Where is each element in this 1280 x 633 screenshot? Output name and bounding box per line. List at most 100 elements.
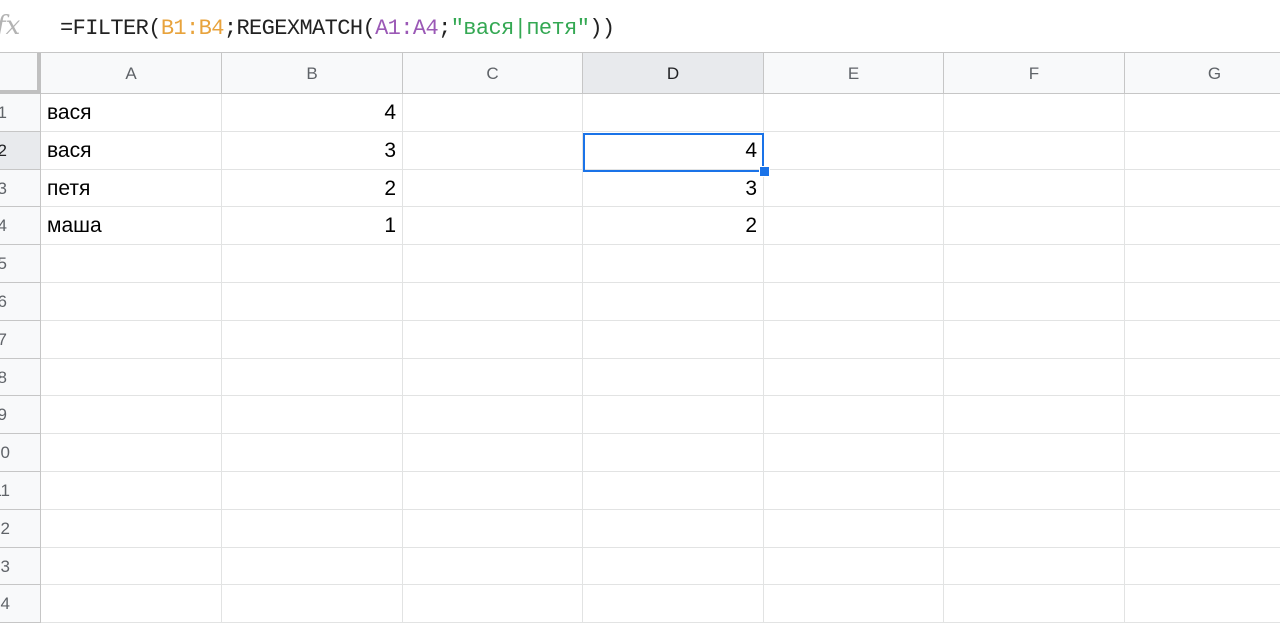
cell-a3[interactable]: петя	[41, 169, 222, 208]
cell-f11[interactable]	[944, 472, 1125, 510]
column-header-e[interactable]: E	[764, 53, 944, 94]
column-header-b[interactable]: B	[222, 53, 403, 94]
row-header-7[interactable]: 7	[0, 320, 41, 359]
cell-d6[interactable]	[583, 283, 764, 321]
cell-a5[interactable]	[41, 245, 222, 283]
cell-b2[interactable]: 3	[222, 131, 403, 170]
row-header-9[interactable]: 9	[0, 396, 41, 435]
cell-e1[interactable]	[764, 94, 944, 132]
cell-c1[interactable]	[403, 94, 583, 132]
row-header-3[interactable]: 3	[0, 169, 41, 208]
cell-g13[interactable]	[1125, 548, 1280, 586]
row-header-14[interactable]: 14	[0, 585, 41, 624]
cell-a4[interactable]: маша	[41, 207, 222, 246]
cell-d3[interactable]: 3	[583, 169, 764, 208]
cell-e12[interactable]	[764, 509, 944, 548]
cell-c3[interactable]	[403, 169, 583, 208]
cell-c14[interactable]	[403, 585, 583, 624]
cell-c12[interactable]	[403, 509, 583, 548]
cell-e11[interactable]	[764, 472, 944, 510]
cell-d4[interactable]: 2	[583, 207, 764, 246]
cell-g6[interactable]	[1125, 283, 1280, 321]
cell-g4[interactable]	[1125, 207, 1280, 246]
cell-f6[interactable]	[944, 283, 1125, 321]
cell-b5[interactable]	[222, 245, 403, 283]
formula-bar[interactable]: fx =FILTER(B1:B4;REGEXMATCH(A1:A4;"вася|…	[0, 0, 1280, 53]
cell-e2[interactable]	[764, 131, 944, 170]
cell-f9[interactable]	[944, 396, 1125, 435]
cell-e9[interactable]	[764, 396, 944, 435]
cell-g14[interactable]	[1125, 585, 1280, 624]
cell-f2[interactable]	[944, 131, 1125, 170]
fill-handle[interactable]	[759, 166, 770, 177]
cell-b14[interactable]	[222, 585, 403, 624]
cell-c13[interactable]	[403, 547, 583, 586]
spreadsheet-grid[interactable]: ABCDEFG1вася42вася343петя234маша12567891…	[0, 53, 1280, 633]
row-header-10[interactable]: 10	[0, 434, 41, 472]
cell-e6[interactable]	[764, 283, 944, 321]
select-all-corner[interactable]	[0, 53, 41, 94]
cell-d8[interactable]	[583, 358, 764, 397]
row-header-1[interactable]: 1	[0, 94, 41, 132]
cell-b8[interactable]	[222, 358, 403, 397]
cell-g5[interactable]	[1125, 245, 1280, 283]
cell-g10[interactable]	[1125, 434, 1280, 472]
column-header-c[interactable]: C	[403, 53, 583, 94]
row-header-2[interactable]: 2	[0, 131, 41, 170]
cell-f12[interactable]	[944, 509, 1125, 548]
cell-d2[interactable]: 4	[583, 131, 764, 170]
cell-d11[interactable]	[583, 472, 764, 510]
cell-c9[interactable]	[403, 396, 583, 435]
cell-d5[interactable]	[583, 245, 764, 283]
cell-b12[interactable]	[222, 509, 403, 548]
cell-e7[interactable]	[764, 320, 944, 359]
cell-c11[interactable]	[403, 472, 583, 510]
row-header-13[interactable]: 13	[0, 547, 41, 586]
cell-a2[interactable]: вася	[41, 131, 222, 170]
row-header-8[interactable]: 8	[0, 358, 41, 397]
row-header-4[interactable]: 4	[0, 207, 41, 246]
cell-d13[interactable]	[583, 547, 764, 586]
cell-c8[interactable]	[403, 358, 583, 397]
cell-g3[interactable]	[1125, 170, 1280, 208]
cell-a6[interactable]	[41, 283, 222, 321]
cell-g7[interactable]	[1125, 321, 1280, 359]
column-header-a[interactable]: A	[41, 53, 222, 94]
cell-g12[interactable]	[1125, 510, 1280, 548]
cell-b3[interactable]: 2	[222, 169, 403, 208]
column-header-d[interactable]: D	[583, 53, 764, 94]
column-header-g[interactable]: G	[1125, 53, 1280, 94]
cell-e8[interactable]	[764, 358, 944, 397]
cell-g8[interactable]	[1125, 359, 1280, 397]
cell-b13[interactable]	[222, 547, 403, 586]
cell-f7[interactable]	[944, 320, 1125, 359]
cell-c6[interactable]	[403, 283, 583, 321]
cell-d1[interactable]	[583, 94, 764, 132]
cell-a8[interactable]	[41, 358, 222, 397]
cell-c5[interactable]	[403, 245, 583, 283]
cell-g1[interactable]	[1125, 94, 1280, 132]
cell-g11[interactable]	[1125, 472, 1280, 510]
cell-a11[interactable]	[41, 472, 222, 510]
cell-b11[interactable]	[222, 472, 403, 510]
cell-f8[interactable]	[944, 358, 1125, 397]
row-header-11[interactable]: 11	[0, 472, 41, 510]
cell-a1[interactable]: вася	[41, 94, 222, 132]
cell-f13[interactable]	[944, 547, 1125, 586]
cell-b1[interactable]: 4	[222, 94, 403, 132]
cell-c7[interactable]	[403, 320, 583, 359]
row-header-6[interactable]: 6	[0, 283, 41, 321]
cell-f10[interactable]	[944, 434, 1125, 472]
cell-b7[interactable]	[222, 320, 403, 359]
cell-d9[interactable]	[583, 396, 764, 435]
cell-f5[interactable]	[944, 245, 1125, 283]
cell-d14[interactable]	[583, 585, 764, 624]
row-header-12[interactable]: 12	[0, 509, 41, 548]
cell-e5[interactable]	[764, 245, 944, 283]
cell-e14[interactable]	[764, 585, 944, 624]
cell-e4[interactable]	[764, 207, 944, 246]
cell-a9[interactable]	[41, 396, 222, 435]
cell-f1[interactable]	[944, 94, 1125, 132]
cell-e3[interactable]	[764, 169, 944, 208]
cell-b10[interactable]	[222, 434, 403, 472]
